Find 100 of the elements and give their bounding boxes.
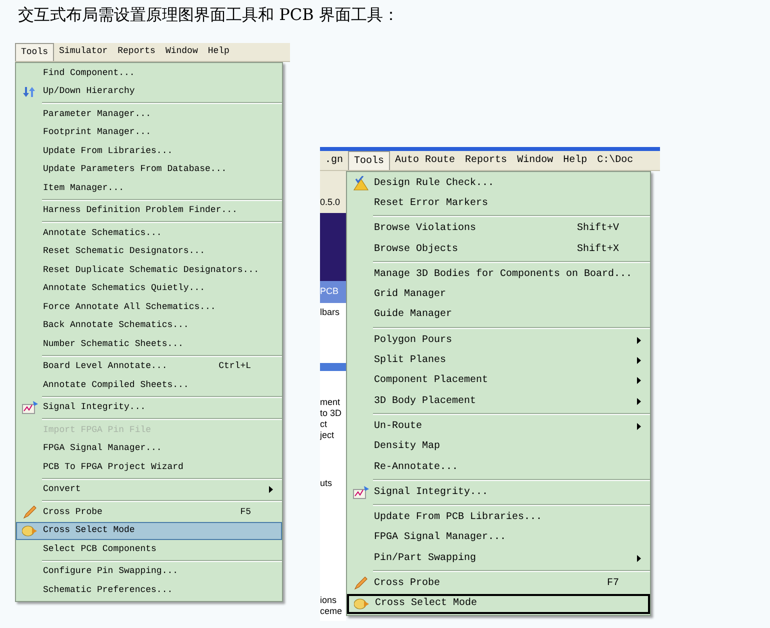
menu-item[interactable]: Density Map [347,436,650,457]
menu-item[interactable]: Cross Select Mode [16,522,282,540]
panel-header-bar [320,363,346,371]
menu-item[interactable]: Convert [16,480,282,499]
menu-bar-item[interactable]: Help [558,151,592,170]
background-text: uts [320,477,334,490]
menu-item[interactable]: Polygon Pours [347,330,650,350]
menu-item-label: Signal Integrity... [374,486,488,500]
background-text: ct [320,419,328,430]
menu-item-label: Find Component... [43,66,135,80]
menu-item-label: Guide Manager [374,308,452,322]
menu-item-label: Split Planes [374,354,446,368]
menu-item[interactable]: Parameter Manager... [16,105,282,124]
menu-item[interactable]: Component Placement [347,370,650,391]
menu-item[interactable]: Schematic Preferences... [16,581,282,600]
menu-item[interactable]: Cross Select Mode [347,594,650,614]
menu-bar-item[interactable]: Help [202,43,234,61]
menu-bar-item[interactable]: Simulator [54,43,113,61]
menu-item-label: Annotate Schematics... [43,226,162,240]
menu-item[interactable]: Update From PCB Libraries... [347,507,650,528]
menu-item[interactable]: FPGA Signal Manager... [347,528,650,548]
menu-item-label: Update From PCB Libraries... [374,510,542,526]
menu-bar-item[interactable]: Tools [15,43,54,61]
menu-item[interactable]: Find Component... [16,64,282,82]
menu-item-label: Cross Probe [374,576,440,591]
menu-item-label: 3D Body Placement [374,394,476,409]
background-text: ceme [320,606,344,616]
menu-item-label: Grid Manager [374,288,446,302]
menu-item[interactable]: Design Rule Check... [347,173,650,194]
menu-item[interactable]: Un-Route [347,416,650,437]
background-text: ment [320,397,342,408]
menu-item[interactable]: Update Parameters From Database... [16,160,282,179]
pointer-icon [22,524,38,537]
menu-item[interactable]: Browse Violations Shift+V [347,218,650,239]
menu-item-label: Un-Route [374,420,422,434]
background-text: ions [320,594,338,606]
menu-item[interactable]: Footprint Manager... [16,124,282,142]
menu-item-label: Force Annotate All Schematics... [43,300,216,314]
menu-bar-item[interactable]: .gn [320,151,348,170]
menu-item[interactable]: Select PCB Components [16,540,282,558]
menu-item-label: Reset Schematic Designators... [43,245,206,258]
menu-item-label: Cross Select Mode [43,524,135,537]
menu-item[interactable]: Cross Probe F7 [347,573,650,594]
menu-item-label: Schematic Preferences... [43,584,173,596]
menu-item[interactable]: Configure Pin Swapping... [16,562,282,581]
menu-item-label: Pin/Part Swapping [374,552,476,566]
menu-item[interactable]: Re-Annotate... [347,456,650,478]
pencil-icon [354,576,368,590]
menu-bar-item[interactable]: Reports [112,43,160,61]
menu-item-label: Item Manager... [43,182,124,194]
menu-item-label: Annotate Compiled Sheets... [43,378,189,392]
menu-item[interactable]: Annotate Compiled Sheets... [16,376,282,394]
menu-item[interactable]: Force Annotate All Schematics... [16,298,282,316]
menu-item-label: Parameter Manager... [43,108,152,120]
menu-item[interactable]: Annotate Schematics Quietly... [16,280,282,298]
menu-item[interactable]: Reset Schematic Designators... [16,242,282,261]
menu-item[interactable]: Manage 3D Bodies for Components on Board... [347,264,650,284]
menu-item-label: Cross Probe [43,506,102,518]
menu-item-label: Select PCB Components [43,542,156,556]
menu-item[interactable]: Signal Integrity... [347,482,650,502]
menu-item[interactable]: Reset Duplicate Schematic Designators... [16,261,282,280]
menu-item[interactable]: PCB To FPGA Project Wizard [16,458,282,476]
pencil-icon [23,505,37,520]
menu-item-label: Density Map [374,440,440,454]
menu-item[interactable]: Board Level Annotate... Ctrl+L [16,358,282,376]
menu-item[interactable]: Harness Definition Problem Finder... [16,202,282,220]
menu-bar-item[interactable]: Window [160,43,203,61]
menu-item[interactable]: Annotate Schematics... [16,224,282,242]
menu-item[interactable]: Guide Manager [347,304,650,326]
menu-item[interactable]: FPGA Signal Manager... [16,440,282,458]
chart-icon [22,401,38,414]
menu-bar-item[interactable]: Tools [348,151,390,170]
menu-item-label: Reset Error Markers [374,196,488,211]
menu-bar-item[interactable]: Window [512,151,558,170]
menu-item[interactable]: Up/Down Hierarchy [16,82,282,101]
menu-item-label: Up/Down Hierarchy [43,85,135,98]
menu-item[interactable]: Signal Integrity... [16,398,282,417]
menu-item[interactable]: Number Schematic Sheets... [16,335,282,354]
background-text: 0.5.0 [320,196,340,210]
menu-item-label: Browse Violations [374,222,476,236]
shortcut-label: F7 [606,576,619,591]
menu-item[interactable]: Update From Libraries... [16,142,282,160]
menu-item-label: Design Rule Check... [374,176,494,191]
menu-item[interactable]: Reset Error Markers [347,193,650,214]
menu-item[interactable]: Grid Manager [347,284,650,305]
menu-item-label: Cross Select Mode [375,596,478,612]
menu-item-label: FPGA Signal Manager... [43,442,162,455]
menu-item-label: Update Parameters From Database... [43,163,227,176]
menu-item[interactable]: Split Planes [347,350,650,371]
menu-bar-item[interactable]: C:\Doc [592,151,638,170]
menu-item[interactable]: Cross Probe F5 [16,503,282,522]
menu-item[interactable]: Browse Objects Shift+X [347,238,650,260]
menu-bar-item[interactable]: Reports [460,151,512,170]
menu-item[interactable]: 3D Body Placement [347,390,650,412]
menu-bar-item[interactable]: Auto Route [390,151,460,170]
menu-item[interactable]: Item Manager... [16,179,282,198]
warning-check-icon [353,176,369,191]
menu-item[interactable]: Pin/Part Swapping [347,548,650,568]
menu-item[interactable]: Back Annotate Schematics... [16,316,282,335]
shortcut-label: Shift+V [576,222,619,236]
